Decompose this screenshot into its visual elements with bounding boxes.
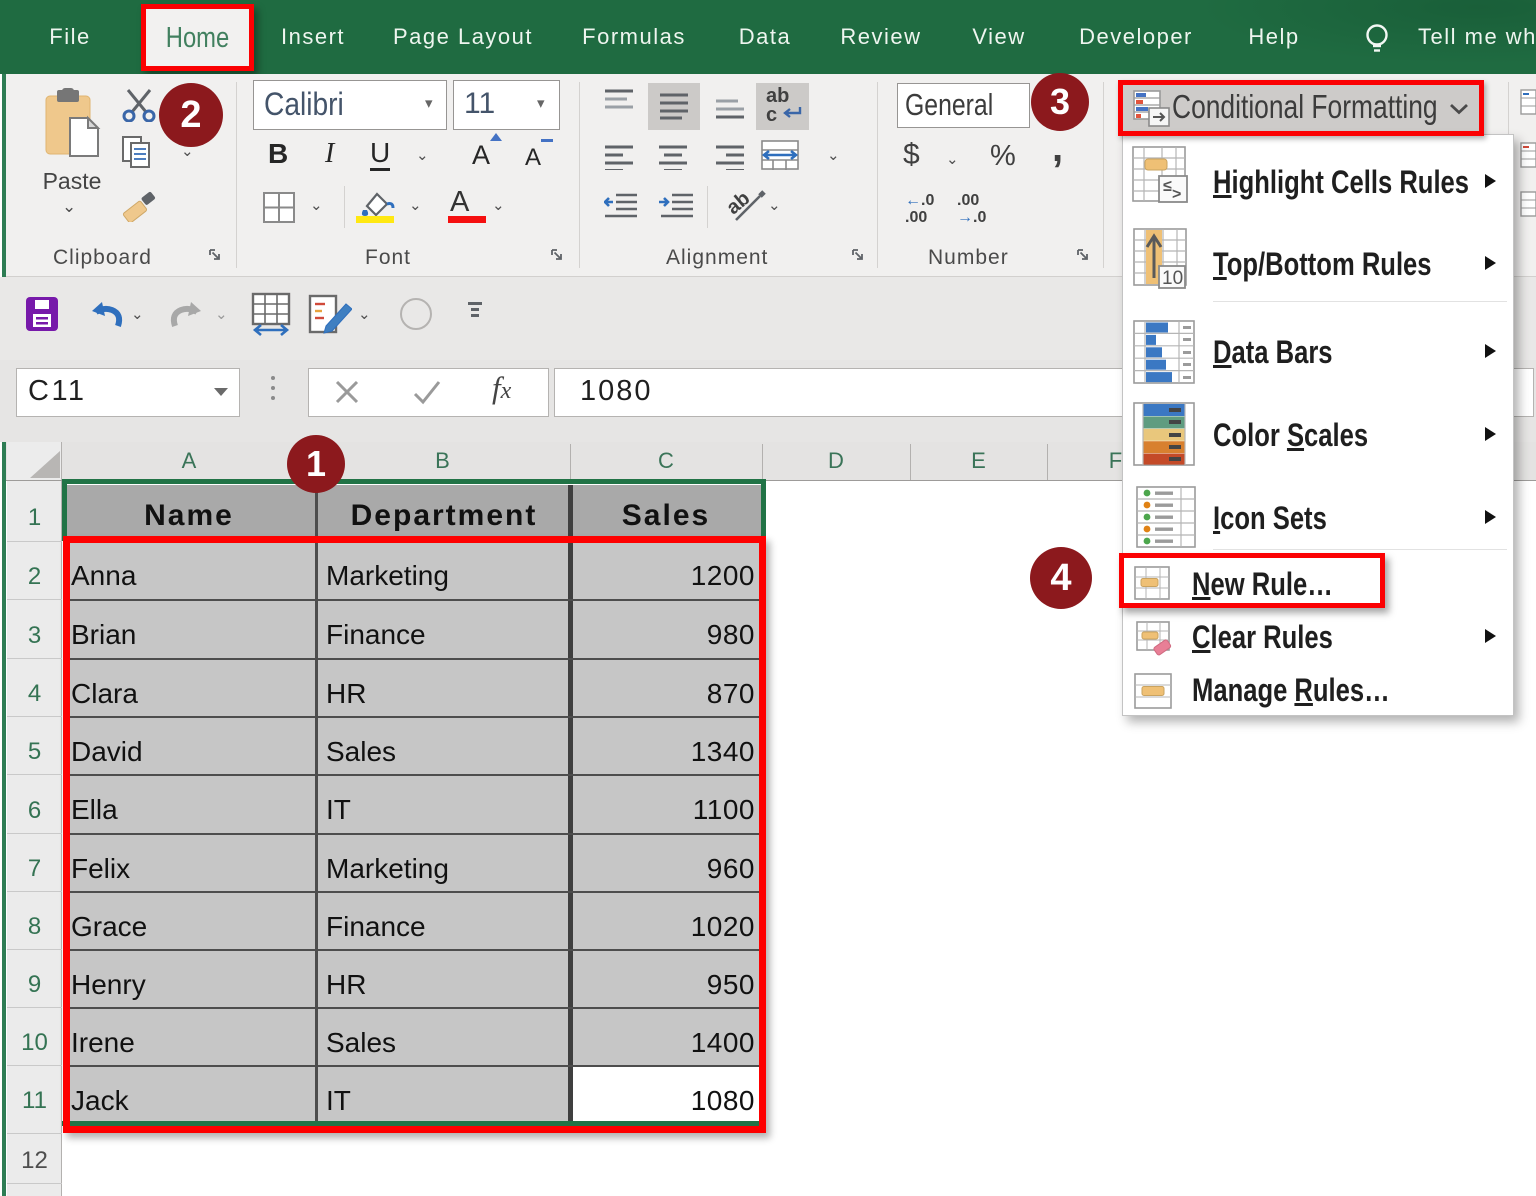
- svg-text:10: 10: [1162, 268, 1183, 289]
- svg-text:≤: ≤: [1163, 178, 1172, 195]
- svg-text:>: >: [1172, 186, 1181, 203]
